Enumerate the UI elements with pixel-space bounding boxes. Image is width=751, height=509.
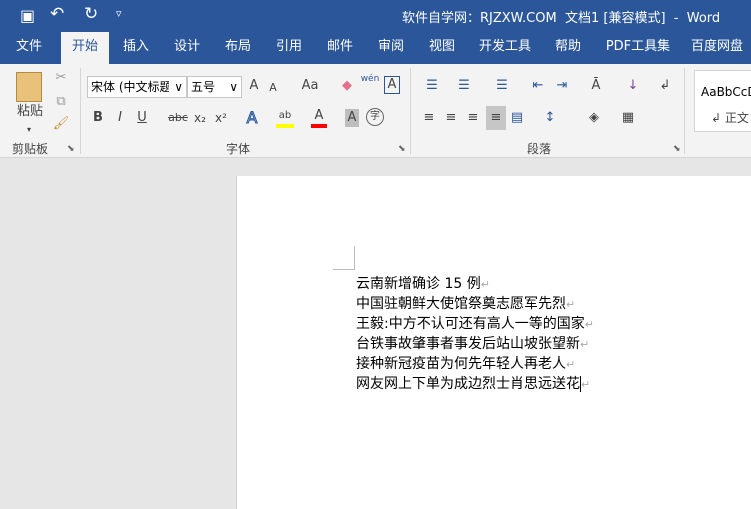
save-icon[interactable]: ▣ xyxy=(20,6,35,25)
document-line[interactable]: 台铁事故肇事者事发后站山坡张望新↵ xyxy=(356,333,589,353)
window-title: 软件自学网：RJZXW.COM 文档1 [兼容模式] - Word xyxy=(402,11,721,26)
document-line[interactable]: 接种新冠疫苗为何先年轻人再老人↵ xyxy=(356,353,575,373)
text-effects-button[interactable]: A xyxy=(243,108,261,130)
phonetic-guide-button[interactable]: wén xyxy=(360,74,380,96)
justify-button[interactable]: ≡ xyxy=(486,106,506,130)
ribbon: 粘贴 ▾ ✂ ⧉ 🖌 剪贴板 ⬊ 宋体 (中文标题 ∨ 五号 ∨ A A Aa ◆ … xyxy=(0,64,751,158)
copy-icon[interactable]: ⧉ xyxy=(52,92,70,114)
highlight-color-button[interactable]: ab xyxy=(276,106,294,128)
chinese-layout-button[interactable]: Ā xyxy=(584,76,608,98)
tab-view[interactable]: 视图 xyxy=(420,32,464,64)
paragraph-group-label: 段落 xyxy=(527,142,552,156)
strikethrough-button[interactable]: abc xyxy=(167,108,189,130)
tab-layout[interactable]: 布局 xyxy=(216,32,260,64)
redo-icon[interactable]: ↻ xyxy=(84,4,98,24)
multilevel-list-button[interactable]: ☰ xyxy=(490,76,514,98)
align-center-button[interactable]: ≡ xyxy=(442,108,460,130)
paste-dropdown-icon[interactable]: ▾ xyxy=(22,120,36,142)
font-name-value: 宋体 (中文标题 xyxy=(91,80,169,94)
enclose-characters-button[interactable]: 字 xyxy=(366,108,384,126)
tab-baidu-netdisk[interactable]: 百度网盘 xyxy=(684,32,750,64)
font-size-select[interactable]: 五号 ∨ xyxy=(187,76,242,98)
cut-icon[interactable]: ✂ xyxy=(52,68,70,90)
document-line[interactable]: 云南新增确诊 15 例↵ xyxy=(356,273,490,293)
borders-button[interactable]: ▦ xyxy=(616,108,640,130)
tab-home[interactable]: 开始 xyxy=(61,32,109,64)
line-spacing-button[interactable]: ↕ xyxy=(538,108,562,130)
underline-button[interactable]: U xyxy=(134,108,150,130)
title-bar: ▣ ↶ ↻ ▿ 软件自学网：RJZXW.COM 文档1 [兼容模式] - Wor… xyxy=(0,0,751,32)
font-size-value: 五号 xyxy=(191,80,216,94)
paste-icon[interactable] xyxy=(16,72,42,102)
chevron-down-icon: ∨ xyxy=(229,80,238,94)
clipboard-group-label: 剪贴板 xyxy=(12,142,49,156)
show-marks-button[interactable]: ↲ xyxy=(656,76,674,98)
style-normal-label: ↲ 正文 xyxy=(711,111,749,125)
tab-pdf-tools[interactable]: PDF工具集 xyxy=(600,32,676,64)
grow-font-button[interactable]: A xyxy=(246,76,262,98)
tab-insert[interactable]: 插入 xyxy=(114,32,158,64)
character-border-button[interactable]: A xyxy=(384,76,400,94)
bold-button[interactable]: B xyxy=(90,108,106,130)
font-group-label: 字体 xyxy=(226,142,251,156)
numbering-button[interactable]: ☰ xyxy=(452,76,476,98)
tab-file[interactable]: 文件 xyxy=(6,32,52,64)
align-left-button[interactable]: ≡ xyxy=(420,108,438,130)
style-preview: AaBbCcD xyxy=(701,85,751,99)
shading-button[interactable]: ◈ xyxy=(582,108,606,130)
decrease-indent-button[interactable]: ⇤ xyxy=(528,76,548,98)
font-color-button[interactable]: A xyxy=(311,106,327,128)
superscript-button[interactable]: x² xyxy=(212,108,230,130)
tab-help[interactable]: 帮助 xyxy=(546,32,590,64)
tab-mailings[interactable]: 邮件 xyxy=(318,32,362,64)
tab-references[interactable]: 引用 xyxy=(267,32,311,64)
distributed-button[interactable]: ▤ xyxy=(508,108,526,130)
margin-corner-mark xyxy=(333,246,355,270)
tab-design[interactable]: 设计 xyxy=(165,32,209,64)
font-launcher-icon[interactable]: ⬊ xyxy=(398,144,406,154)
chevron-down-icon: ∨ xyxy=(174,80,183,94)
document-line[interactable]: 中国驻朝鲜大使馆祭奠志愿军先烈↵ xyxy=(356,293,575,313)
shrink-font-button[interactable]: A xyxy=(266,78,280,100)
sort-button[interactable]: ↓ xyxy=(624,76,642,98)
align-right-button[interactable]: ≡ xyxy=(464,108,482,130)
increase-indent-button[interactable]: ⇥ xyxy=(552,76,572,98)
character-shading-button[interactable]: A xyxy=(345,109,359,127)
change-case-button[interactable]: Aa xyxy=(296,76,324,98)
document-line[interactable]: 网友网上下单为成边烈士肖思远送花↵ xyxy=(356,373,590,393)
italic-button[interactable]: I xyxy=(112,108,128,130)
paragraph-launcher-icon[interactable]: ⬊ xyxy=(673,144,681,154)
customize-quick-access-icon[interactable]: ▿ xyxy=(116,7,122,20)
document-line[interactable]: 王毅:中方不认可还有高人一等的国家↵ xyxy=(356,313,594,333)
format-painter-icon[interactable]: 🖌 xyxy=(52,114,70,136)
bullets-button[interactable]: ☰ xyxy=(420,76,444,98)
ribbon-tabs: 文件 开始 插入 设计 布局 引用 邮件 审阅 视图 开发工具 帮助 PDF工具… xyxy=(0,32,751,64)
subscript-button[interactable]: x₂ xyxy=(191,108,209,130)
tab-review[interactable]: 审阅 xyxy=(369,32,413,64)
tab-developer[interactable]: 开发工具 xyxy=(472,32,538,64)
undo-icon[interactable]: ↶ xyxy=(50,4,64,24)
document-page[interactable]: 云南新增确诊 15 例↵ 中国驻朝鲜大使馆祭奠志愿军先烈↵ 王毅:中方不认可还有… xyxy=(236,176,751,509)
style-normal[interactable]: AaBbCcD ↲ 正文 xyxy=(694,70,751,132)
clipboard-launcher-icon[interactable]: ⬊ xyxy=(67,144,75,154)
font-name-select[interactable]: 宋体 (中文标题 ∨ xyxy=(87,76,187,98)
clear-formatting-icon[interactable]: ◆ xyxy=(338,76,356,98)
